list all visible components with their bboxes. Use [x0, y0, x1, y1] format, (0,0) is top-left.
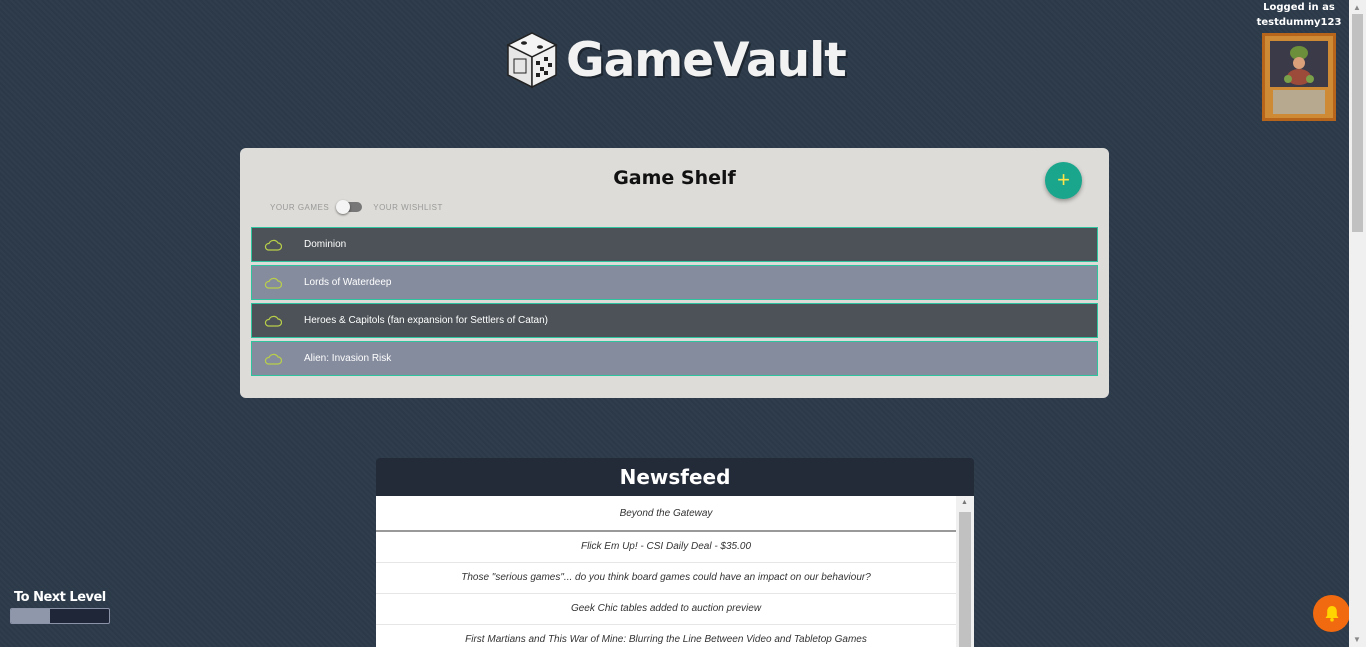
news-item[interactable]: Those "serious games"... do you think bo… — [376, 563, 956, 594]
shelf-title: Game Shelf — [613, 167, 736, 189]
games-wishlist-switch[interactable] — [336, 200, 363, 214]
newsfeed-scroll-thumb[interactable] — [959, 512, 971, 647]
toggle-label-wishlist: YOUR WISHLIST — [373, 202, 443, 212]
game-list-item[interactable]: Lords of Waterdeep — [251, 265, 1098, 300]
newsfeed-panel: Newsfeed Beyond the Gateway Flick Em Up!… — [376, 458, 974, 647]
game-shelf-panel: Game Shelf + YOUR GAMES YOUR WISHLIST Do… — [240, 148, 1109, 398]
scroll-up-arrow-icon[interactable]: ▲ — [1353, 3, 1361, 12]
game-name: Heroes & Capitols (fan expansion for Set… — [304, 315, 549, 326]
game-name: Dominion — [304, 239, 347, 250]
add-game-button[interactable]: + — [1045, 162, 1082, 199]
scroll-down-arrow-icon[interactable]: ▼ — [1353, 635, 1361, 644]
dice-icon — [506, 32, 558, 89]
app-logo[interactable]: GameVault — [506, 30, 847, 90]
cloud-icon — [264, 315, 282, 327]
game-list: Dominion Lords of Waterdeep Heroes & Cap… — [251, 227, 1098, 379]
username: testdummy123 — [1256, 17, 1342, 28]
news-item[interactable]: Flick Em Up! - CSI Daily Deal - $35.00 — [376, 532, 956, 563]
user-panel: Logged in as testdummy123 — [1256, 0, 1342, 121]
page-scrollbar[interactable]: ▲ ▼ — [1349, 0, 1366, 647]
avatar-portrait — [1270, 41, 1328, 87]
scroll-up-arrow-icon[interactable]: ▲ — [961, 499, 968, 506]
newsfeed-title: Newsfeed — [619, 465, 731, 489]
newsfeed-list[interactable]: Beyond the Gateway Flick Em Up! - CSI Da… — [376, 496, 956, 647]
news-item[interactable]: First Martians and This War of Mine: Blu… — [376, 625, 956, 647]
cloud-icon — [264, 353, 282, 365]
game-list-item[interactable]: Heroes & Capitols (fan expansion for Set… — [251, 303, 1098, 338]
cloud-icon — [264, 277, 282, 289]
cloud-icon — [264, 239, 282, 251]
page-scroll-thumb[interactable] — [1352, 14, 1363, 232]
newsfeed-scrollbar[interactable]: ▲ — [956, 496, 974, 647]
level-progress: To Next Level — [10, 590, 110, 624]
app-title: GameVault — [566, 32, 847, 88]
bell-icon — [1325, 606, 1338, 622]
game-list-item[interactable]: Dominion — [251, 227, 1098, 262]
level-label: To Next Level — [14, 590, 106, 605]
level-progress-bar — [10, 608, 110, 624]
game-name: Alien: Invasion Risk — [304, 353, 392, 364]
notifications-button[interactable] — [1313, 595, 1350, 632]
avatar-nameplate — [1273, 90, 1325, 114]
switch-knob — [336, 200, 351, 214]
game-list-item[interactable]: Alien: Invasion Risk — [251, 341, 1098, 376]
news-item[interactable]: Geek Chic tables added to auction previe… — [376, 594, 956, 625]
games-wishlist-toggle-row: YOUR GAMES YOUR WISHLIST — [270, 200, 443, 214]
news-item[interactable]: Beyond the Gateway — [376, 496, 956, 532]
toggle-label-games: YOUR GAMES — [270, 202, 330, 212]
level-progress-fill — [11, 609, 51, 623]
logged-in-label: Logged in as — [1263, 2, 1335, 13]
game-name: Lords of Waterdeep — [304, 277, 392, 288]
avatar[interactable] — [1262, 33, 1336, 121]
